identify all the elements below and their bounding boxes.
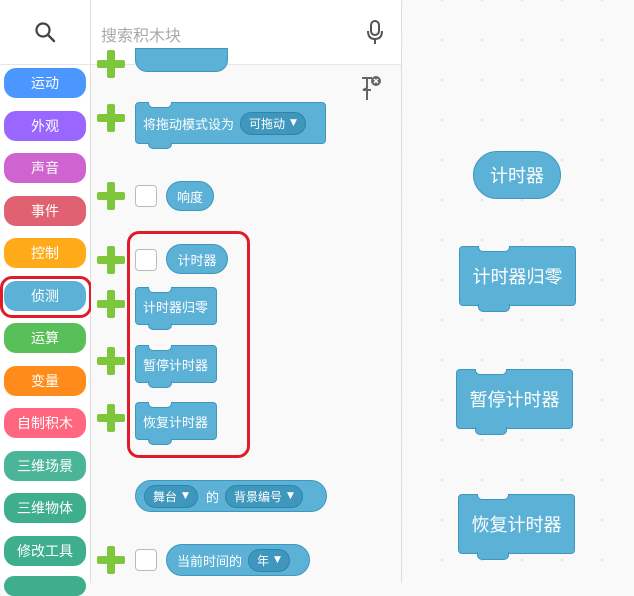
add-block-icon[interactable] (95, 244, 127, 276)
add-block-icon[interactable] (95, 345, 127, 377)
highlight-timer-blocks (127, 231, 250, 458)
add-block-icon[interactable] (95, 48, 127, 80)
add-block-icon[interactable] (95, 102, 127, 134)
loudness-reporter[interactable]: 响度 (166, 181, 214, 211)
time-unit-dropdown[interactable]: 年 ▼ (248, 548, 290, 572)
category-operators[interactable]: 运算 (4, 323, 86, 353)
category-sound[interactable]: 声音 (4, 153, 86, 183)
attribute-dropdown[interactable]: 背景编号 ▼ (224, 484, 303, 508)
drag-mode-dropdown[interactable]: 可拖动 ▼ (240, 111, 306, 135)
microphone-icon[interactable] (366, 20, 384, 46)
unpin-icon[interactable] (359, 74, 383, 104)
category-more[interactable] (4, 576, 86, 596)
search-button[interactable] (0, 0, 90, 65)
add-block-icon[interactable] (95, 544, 127, 576)
category-looks[interactable]: 外观 (4, 111, 86, 141)
current-time-reporter[interactable]: 当前时间的 年 ▼ (166, 544, 310, 576)
block-label: 将拖动模式设为 (143, 117, 235, 133)
workspace-reset-timer-block[interactable]: 计时器归零 (459, 246, 576, 312)
object-dropdown[interactable]: 舞台 ▼ (144, 484, 198, 508)
search-input[interactable]: 搜索积木块 (101, 22, 181, 46)
add-block-icon[interactable] (95, 288, 127, 320)
category-my-blocks[interactable]: 自制积木 (4, 408, 86, 438)
category-sidebar: 运动 外观 声音 事件 控制 侦测 运算 变量 自制积木 三维场景 三维物体 修… (0, 0, 92, 596)
loudness-checkbox[interactable] (135, 185, 157, 207)
category-variables[interactable]: 变量 (4, 366, 86, 396)
category-events[interactable]: 事件 (4, 196, 86, 226)
category-control[interactable]: 控制 (4, 238, 86, 268)
workspace-pause-timer-block[interactable]: 暂停计时器 (456, 369, 573, 435)
category-modify-tools[interactable]: 修改工具 (4, 536, 86, 566)
partial-block[interactable] (135, 48, 228, 72)
block-palette: 搜索积木块 将拖动模式设为 可拖动 ▼ 响度 计时器 计时器归零 暂停计时器 恢… (91, 0, 402, 583)
search-icon (35, 22, 56, 43)
category-3d-scene[interactable]: 三维场景 (4, 451, 86, 481)
add-block-icon[interactable] (95, 402, 127, 434)
current-time-checkbox[interactable] (135, 549, 157, 571)
stage-attribute-reporter[interactable]: 舞台 ▼ 的 背景编号 ▼ (135, 480, 327, 512)
workspace-resume-timer-block[interactable]: 恢复计时器 (458, 494, 575, 560)
workspace-timer-reporter[interactable]: 计时器 (473, 151, 561, 199)
highlight-sensing-category (0, 276, 92, 318)
set-drag-mode-block[interactable]: 将拖动模式设为 可拖动 ▼ (135, 102, 326, 149)
add-block-icon[interactable] (95, 180, 127, 212)
category-3d-object[interactable]: 三维物体 (4, 493, 86, 523)
category-motion[interactable]: 运动 (4, 68, 86, 98)
script-workspace[interactable]: 计时器 计时器归零 暂停计时器 恢复计时器 (402, 0, 634, 583)
